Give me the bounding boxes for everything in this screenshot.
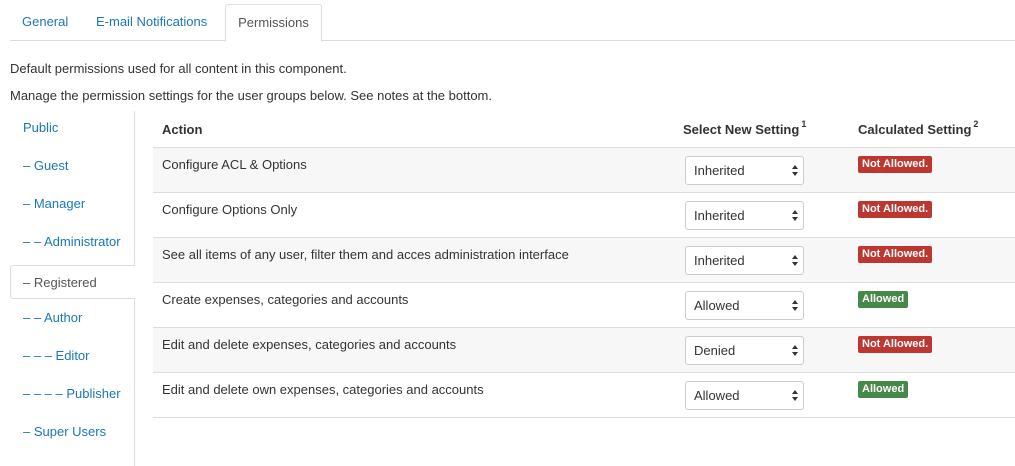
- group-super-users[interactable]: – Super Users: [10, 415, 135, 449]
- setting-select-value: Allowed: [694, 388, 740, 403]
- header-select-new-setting: Select New Setting 1: [683, 119, 807, 137]
- select-arrows-icon: [792, 345, 798, 357]
- tab-email-notifications[interactable]: E-mail Notifications: [84, 4, 219, 41]
- header-action: Action: [162, 122, 203, 137]
- setting-select[interactable]: Inherited: [685, 201, 804, 230]
- header-calculated-setting: Calculated Setting 2: [858, 119, 979, 137]
- group-public[interactable]: Public: [10, 111, 135, 145]
- action-label: Create expenses, categories and accounts: [162, 292, 409, 307]
- table-row: Edit and delete own expenses, categories…: [153, 373, 1015, 418]
- setting-select[interactable]: Denied: [685, 336, 804, 365]
- table-row: See all items of any user, filter them a…: [153, 238, 1015, 283]
- calculated-setting-badge: Not Allowed.: [858, 201, 933, 218]
- setting-select-value: Inherited: [694, 163, 745, 178]
- setting-select-value: Inherited: [694, 208, 745, 223]
- setting-select-value: Inherited: [694, 253, 745, 268]
- calculated-setting-badge: Allowed: [858, 291, 909, 308]
- setting-select[interactable]: Inherited: [685, 156, 804, 185]
- group-manager[interactable]: – Manager: [10, 187, 135, 221]
- footnote-1: 1: [801, 119, 807, 129]
- tab-general[interactable]: General: [10, 4, 80, 41]
- action-label: Edit and delete expenses, categories and…: [162, 337, 457, 352]
- select-arrows-icon: [792, 210, 798, 222]
- group-administrator[interactable]: – – Administrator: [10, 225, 135, 259]
- calculated-setting-badge: Not Allowed.: [858, 156, 933, 173]
- group-registered[interactable]: – Registered: [10, 265, 136, 299]
- group-guest[interactable]: – Guest: [10, 149, 135, 183]
- table-header: Action Select New Setting 1 Calculated Se…: [153, 112, 1015, 148]
- group-author[interactable]: – – Author: [10, 301, 135, 335]
- setting-select[interactable]: Allowed: [685, 291, 804, 320]
- select-arrows-icon: [792, 165, 798, 177]
- action-label: Configure ACL & Options: [162, 157, 307, 172]
- user-group-list: Public – Guest – Manager – – Administrat…: [10, 111, 136, 466]
- setting-select[interactable]: Inherited: [685, 246, 804, 275]
- group-publisher[interactable]: – – – – Publisher: [10, 377, 135, 411]
- select-arrows-icon: [792, 390, 798, 402]
- setting-select-value: Denied: [694, 343, 736, 358]
- table-row: Edit and delete expenses, categories and…: [153, 328, 1015, 373]
- permissions-table: Action Select New Setting 1 Calculated Se…: [153, 112, 1015, 418]
- select-arrows-icon: [792, 255, 798, 267]
- calculated-setting-badge: Not Allowed.: [858, 246, 933, 263]
- table-row: Configure ACL & Options Inherited Not Al…: [153, 148, 1015, 193]
- setting-select[interactable]: Allowed: [685, 381, 804, 410]
- select-arrows-icon: [792, 300, 798, 312]
- calculated-setting-badge: Not Allowed.: [858, 336, 933, 353]
- action-label: See all items of any user, filter them a…: [162, 247, 569, 262]
- footnote-2: 2: [973, 119, 979, 129]
- action-label: Configure Options Only: [162, 202, 298, 217]
- description-manage-permissions: Manage the permission settings for the u…: [10, 88, 493, 103]
- table-row: Configure Options Only Inherited Not All…: [153, 193, 1015, 238]
- description-default-permissions: Default permissions used for all content…: [10, 61, 347, 76]
- setting-select-value: Allowed: [694, 298, 740, 313]
- calculated-setting-badge: Allowed: [858, 381, 909, 398]
- action-label: Edit and delete own expenses, categories…: [162, 382, 484, 397]
- tab-bar: General E-mail Notifications Permissions: [10, 4, 1015, 42]
- group-editor[interactable]: – – – Editor: [10, 339, 135, 373]
- table-row: Create expenses, categories and accounts…: [153, 283, 1015, 328]
- tab-permissions[interactable]: Permissions: [225, 4, 322, 42]
